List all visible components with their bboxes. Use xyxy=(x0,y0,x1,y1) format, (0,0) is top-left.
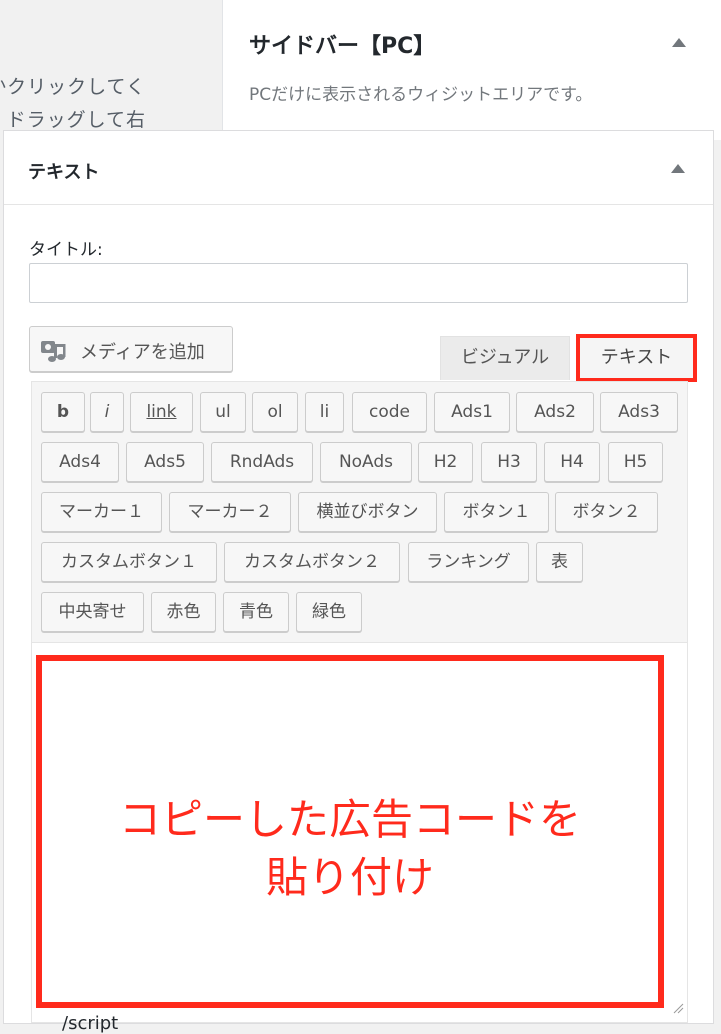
quicktag-marker1-button[interactable]: マーカー１ xyxy=(41,492,162,532)
quicktag-h2-button[interactable]: H2 xyxy=(418,442,473,482)
media-icon xyxy=(41,341,66,362)
quicktag-ol-button[interactable]: ol xyxy=(252,392,298,432)
triangle-up-icon[interactable] xyxy=(671,164,685,173)
widget-title: テキスト xyxy=(28,162,100,183)
annotation-line2: 貼り付け xyxy=(265,853,434,902)
tab-visual[interactable]: ビジュアル xyxy=(440,336,570,380)
quicktag-rndads-button[interactable]: RndAds xyxy=(211,442,313,482)
quicktag-marker2-button[interactable]: マーカー２ xyxy=(169,492,291,532)
quicktag-bold-button[interactable]: b xyxy=(41,392,85,432)
quicktag-green-button[interactable]: 緑色 xyxy=(296,592,362,632)
quicktag-h3-button[interactable]: H3 xyxy=(481,442,537,482)
widget-header[interactable]: テキスト xyxy=(4,131,713,205)
quicktag-italic-button[interactable]: i xyxy=(90,392,124,432)
quicktag-li-button[interactable]: li xyxy=(305,392,344,432)
triangle-up-icon[interactable] xyxy=(672,38,686,47)
quicktag-side-by-side-button[interactable]: 横並びボタン xyxy=(298,492,437,532)
quicktag-ads2-button[interactable]: Ads2 xyxy=(516,392,594,432)
quicktag-ul-button[interactable]: ul xyxy=(200,392,246,432)
quicktag-ranking-button[interactable]: ランキング xyxy=(408,542,529,582)
add-media-button[interactable]: メディアを追加 xyxy=(29,326,233,372)
quicktag-custom-button2-button[interactable]: カスタムボタン２ xyxy=(224,542,400,582)
resize-handle-icon[interactable] xyxy=(672,1002,684,1014)
quicktag-blue-button[interactable]: 青色 xyxy=(223,592,289,632)
quicktag-code-button[interactable]: code xyxy=(352,392,427,432)
paste-annotation-box: コピーした広告コードを 貼り付け xyxy=(36,655,664,1008)
annotation-line1: コピーした広告コードを xyxy=(118,795,581,844)
quicktag-button2-button[interactable]: ボタン２ xyxy=(555,492,658,532)
quicktag-noads-button[interactable]: NoAds xyxy=(320,442,412,482)
quicktag-h4-button[interactable]: H4 xyxy=(544,442,600,482)
add-media-label: メディアを追加 xyxy=(80,342,205,363)
title-input[interactable] xyxy=(29,263,688,303)
quicktag-table-button[interactable]: 表 xyxy=(536,542,583,582)
quicktag-link-button[interactable]: link xyxy=(130,392,193,432)
background-help-text-line1: かクリックしてく xyxy=(0,76,146,98)
quicktags-toolbar: b i link ul ol li code Ads1 Ads2 Ads3 Ad… xyxy=(31,381,688,643)
quicktag-ads1-button[interactable]: Ads1 xyxy=(434,392,510,432)
sidebar-widget-area: サイドバー【PC】 PCだけに表示されるウィジットエリアです。 xyxy=(222,0,721,140)
quicktag-custom-button1-button[interactable]: カスタムボタン１ xyxy=(41,542,217,582)
background-help-text-line2: ドラッグして右 xyxy=(6,109,146,131)
title-field-label: タイトル: xyxy=(29,240,103,260)
quicktag-button1-button[interactable]: ボタン１ xyxy=(444,492,549,532)
sidebar-area-title[interactable]: サイドバー【PC】 xyxy=(249,28,435,60)
quicktag-ads5-button[interactable]: Ads5 xyxy=(126,442,204,482)
quicktag-h5-button[interactable]: H5 xyxy=(608,442,663,482)
sidebar-area-description: PCだけに表示されるウィジットエリアです。 xyxy=(249,85,593,105)
quicktag-ads3-button[interactable]: Ads3 xyxy=(600,392,678,432)
quicktag-center-button[interactable]: 中央寄せ xyxy=(41,592,144,632)
quicktag-red-button[interactable]: 赤色 xyxy=(151,592,216,632)
quicktag-ads4-button[interactable]: Ads4 xyxy=(41,442,119,482)
tab-text[interactable]: テキスト xyxy=(576,334,697,382)
